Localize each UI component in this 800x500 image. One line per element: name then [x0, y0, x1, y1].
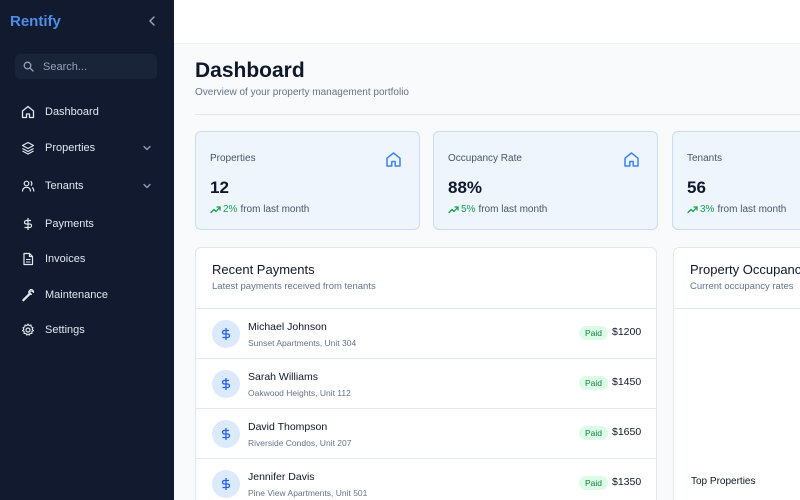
sidebar-item-label: Settings	[45, 324, 85, 336]
sidebar-item-payments[interactable]: Payments	[20, 214, 160, 234]
payment-amount: $1650	[612, 426, 642, 438]
chevron-left-icon	[149, 16, 155, 26]
stat-label: Tenants	[687, 153, 723, 164]
sidebar: Rentify Dashboard Properties Tenants Pay…	[0, 0, 174, 500]
stat-label: Occupancy Rate	[448, 153, 522, 164]
property-unit: Sunset Apartments, Unit 304	[248, 338, 357, 348]
sidebar-item-label: Dashboard	[45, 106, 99, 118]
stat-change-suffix: from last month	[717, 204, 787, 215]
sidebar-item-tenants[interactable]: Tenants	[20, 176, 160, 196]
sidebar-item-maintenance[interactable]: Maintenance	[20, 285, 160, 305]
stat-value: 88%	[448, 178, 483, 197]
home-icon	[20, 104, 36, 120]
collapse-sidebar-button[interactable]	[145, 13, 159, 29]
wrench-icon	[20, 287, 36, 303]
avatar	[212, 320, 240, 348]
avatar	[212, 470, 240, 498]
dollar-icon	[20, 216, 36, 232]
payment-amount: $1350	[612, 476, 642, 488]
page-title: Dashboard	[195, 59, 305, 82]
tenant-name: Jennifer Davis	[248, 471, 315, 483]
stat-card-properties[interactable]: Properties 12 2% from last month	[195, 131, 420, 230]
trending-up-icon	[448, 206, 459, 214]
stat-value: 12	[210, 178, 229, 197]
sidebar-item-properties[interactable]: Properties	[20, 138, 160, 158]
payment-amount: $1450	[612, 376, 642, 388]
stat-trend: 3% from last month	[687, 204, 786, 215]
stat-trend: 5% from last month	[448, 204, 547, 215]
card-title: Recent Payments	[212, 262, 315, 277]
stat-trend: 2% from last month	[210, 204, 309, 215]
top-bar	[174, 0, 800, 44]
stat-card-occupancy[interactable]: Occupancy Rate 88% 5% from last month	[433, 131, 658, 230]
property-unit: Oakwood Heights, Unit 112	[248, 388, 351, 398]
stat-change-suffix: from last month	[478, 204, 548, 215]
users-icon	[20, 178, 36, 194]
status-badge: Paid	[579, 326, 609, 340]
dollar-icon	[221, 378, 231, 390]
stat-change: 3%	[700, 204, 715, 215]
card-subtitle: Latest payments received from tenants	[212, 281, 376, 292]
status-badge: Paid	[579, 426, 609, 440]
header-divider	[195, 114, 800, 115]
payment-row[interactable]: Jennifer Davis Pine View Apartments, Uni…	[196, 459, 656, 500]
search-icon	[23, 61, 34, 72]
top-properties-label: Top Properties	[691, 476, 756, 487]
search-box[interactable]	[15, 54, 157, 79]
payment-row[interactable]: Michael Johnson Sunset Apartments, Unit …	[196, 309, 656, 359]
dollar-icon	[221, 478, 231, 490]
avatar	[212, 420, 240, 448]
sidebar-item-label: Properties	[45, 142, 96, 154]
main-content: Dashboard Overview of your property mana…	[174, 44, 800, 500]
status-badge: Paid	[579, 376, 609, 390]
payment-amount: $1200	[612, 326, 642, 338]
sidebar-item-label: Tenants	[45, 180, 84, 192]
trending-up-icon	[687, 206, 698, 214]
home-icon	[624, 152, 639, 167]
payment-row[interactable]: David Thompson Riverside Condos, Unit 20…	[196, 409, 656, 459]
stat-label: Properties	[210, 153, 256, 164]
trending-up-icon	[210, 206, 221, 214]
avatar	[212, 370, 240, 398]
layers-icon	[20, 140, 36, 156]
chevron-down-icon[interactable]	[142, 143, 152, 153]
sidebar-item-invoices[interactable]: Invoices	[20, 249, 160, 269]
card-title: Property Occupancy	[690, 262, 800, 277]
sidebar-item-dashboard[interactable]: Dashboard	[20, 102, 160, 122]
dollar-icon	[221, 328, 231, 340]
property-unit: Pine View Apartments, Unit 501	[248, 488, 368, 498]
sidebar-item-settings[interactable]: Settings	[20, 320, 160, 340]
gear-icon	[20, 322, 36, 338]
stat-value: 56	[687, 178, 706, 197]
sidebar-item-label: Invoices	[45, 253, 86, 265]
sidebar-item-label: Payments	[45, 218, 94, 230]
tenant-name: Michael Johnson	[248, 321, 327, 333]
sidebar-item-label: Maintenance	[45, 289, 108, 301]
stat-change-suffix: from last month	[240, 204, 310, 215]
search-input[interactable]	[43, 60, 148, 73]
property-occupancy-card: Property Occupancy Current occupancy rat…	[673, 247, 800, 500]
dollar-icon	[221, 428, 231, 440]
card-divider	[674, 308, 800, 309]
stat-change: 2%	[223, 204, 238, 215]
stat-change: 5%	[461, 204, 476, 215]
chevron-down-icon[interactable]	[142, 181, 152, 191]
stat-card-tenants[interactable]: Tenants 56 3% from last month	[672, 131, 800, 230]
recent-payments-card: Recent Payments Latest payments received…	[195, 247, 657, 500]
tenant-name: David Thompson	[248, 421, 328, 433]
page-subtitle: Overview of your property management por…	[195, 87, 409, 98]
file-icon	[20, 251, 36, 267]
tenant-name: Sarah Williams	[248, 371, 319, 383]
home-icon	[386, 152, 401, 167]
property-unit: Riverside Condos, Unit 207	[248, 438, 352, 448]
brand-logo[interactable]: Rentify	[10, 13, 61, 30]
card-subtitle: Current occupancy rates	[690, 281, 794, 292]
status-badge: Paid	[579, 476, 609, 490]
payment-row[interactable]: Sarah Williams Oakwood Heights, Unit 112…	[196, 359, 656, 409]
